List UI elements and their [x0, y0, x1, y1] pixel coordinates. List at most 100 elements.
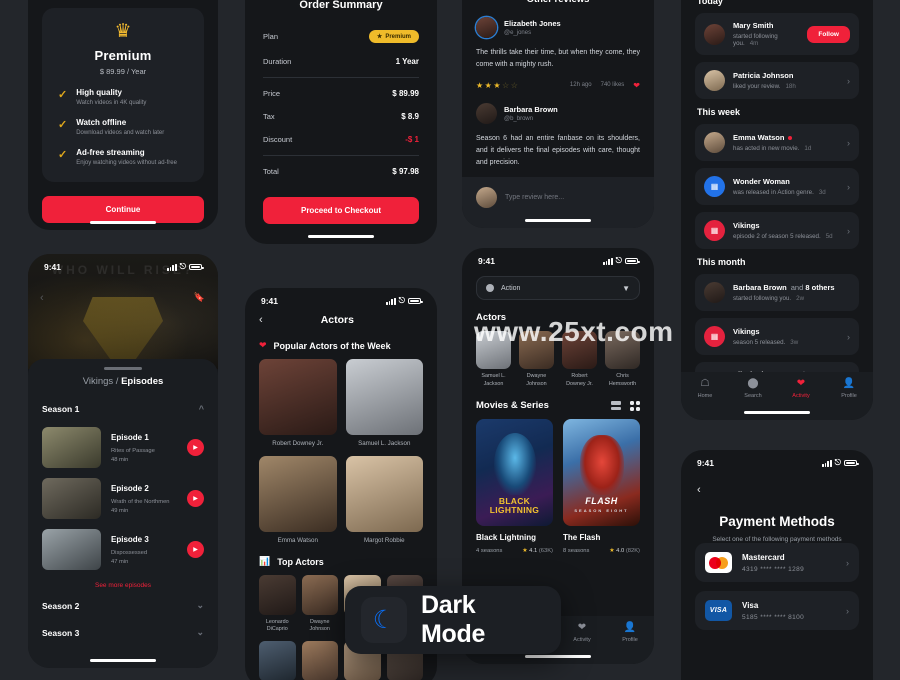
list-view-icon[interactable] [611, 401, 621, 411]
actor-card[interactable]: Margot Robbie [345, 456, 423, 544]
grid-view-icon[interactable] [630, 400, 640, 411]
review-author[interactable]: Elizabeth Jones @e_jones [476, 17, 640, 38]
activity-time: 3w [790, 339, 799, 346]
duration-value: 1 Year [395, 57, 419, 67]
review-author-name: Elizabeth Jones [504, 19, 561, 28]
season-row-1[interactable]: Season 1 ^ [28, 396, 218, 422]
tab-activity[interactable]: ❤ Activity [558, 623, 606, 644]
tab-search[interactable]: ⬤ Search [729, 379, 777, 400]
order-row-duration: Duration 1 Year [263, 50, 419, 73]
tab-profile[interactable]: 👤 Profile [825, 378, 873, 400]
person-icon: 👤 [842, 378, 856, 389]
chevron-down-icon: ⌄ [196, 600, 204, 611]
section-heading-today: Today [697, 0, 723, 6]
feature-item: ✓ Watch offline Download videos and watc… [54, 118, 192, 136]
actor-card[interactable]: Robert Downey Jr. [562, 331, 597, 388]
actor-card[interactable]: Dwayne Johnson [519, 331, 554, 388]
unread-dot-icon [788, 135, 793, 140]
back-button[interactable]: ‹ [681, 472, 873, 496]
activity-action: liked your review. [733, 83, 781, 90]
back-button[interactable]: ‹ [40, 292, 44, 304]
breadcrumb-parent[interactable]: Vikings / [83, 376, 121, 387]
activity-item[interactable]: Emma Watson has acted in new movie. 1d › [695, 124, 859, 161]
plan-badge: ★ Premium [368, 30, 419, 44]
search-input[interactable]: Action [501, 285, 615, 292]
popular-actors-heading: ❤ Popular Actors of the Week [245, 336, 437, 359]
activity-screen: Today Mary Smith started following you. 4… [681, 0, 873, 420]
tab-activity[interactable]: ❤ Activity [777, 379, 825, 400]
section-heading-this-week: This week [697, 107, 741, 117]
search-bar[interactable]: Action ▼ [476, 276, 640, 300]
movie-card[interactable]: FLASH SEASON EIGHT The Flash 8 seasons ★ … [563, 419, 640, 554]
tab-label: Search [744, 393, 762, 399]
section-title: Top Actors [277, 556, 324, 567]
activity-name: Emma Watson [733, 133, 785, 142]
review-input[interactable]: Type review here... [505, 194, 564, 201]
movie-votes: (63K) [538, 548, 553, 555]
activity-name: Barbara Brown [733, 283, 787, 292]
actor-card[interactable]: Samuel L. Jackson [345, 359, 423, 447]
screenshot-canvas: ♛ Premium $ 89.99 / Year ✓ High quality … [0, 0, 900, 680]
activity-action: episode 2 of season 5 released. [733, 233, 821, 240]
moon-icon: ☾ [361, 597, 407, 643]
activity-time: 4m [749, 40, 759, 47]
proceed-to-checkout-button[interactable]: Proceed to Checkout [263, 197, 419, 225]
actor-photo [519, 331, 554, 369]
follow-button[interactable]: Follow [807, 25, 850, 43]
actor-photo [301, 575, 338, 615]
season-label: Season 3 [42, 627, 80, 638]
payment-method-visa[interactable]: VISA Visa 5185 **** **** 8100 › [695, 591, 859, 630]
activity-item[interactable]: ▦ Vikings season 5 released. 3w › [695, 318, 859, 355]
activity-name: Patricia Johnson [733, 71, 794, 80]
episode-thumbnail [42, 427, 101, 469]
actor-name: Leonardo DiCaprio [265, 619, 289, 633]
see-more-episodes-link[interactable]: See more episodes [28, 575, 218, 592]
activity-item[interactable]: Barbara Brown and 8 others started follo… [695, 274, 859, 311]
star-icon: ★ [522, 548, 528, 555]
movie-rating: 4.0 [616, 548, 625, 555]
sheet-grabber[interactable] [104, 367, 142, 371]
activity-item[interactable]: Patricia Johnson liked your review. 18h › [695, 62, 859, 99]
movie-card[interactable]: BLACK LIGHTNING Black Lightning 4 season… [476, 419, 553, 554]
activity-item[interactable]: Mary Smith started following you. 4m Foll… [695, 13, 859, 55]
breadcrumb-current: Episodes [121, 376, 164, 388]
actor-card[interactable]: Johnny Depp [259, 640, 296, 680]
play-button[interactable]: ▶ [187, 541, 204, 559]
actor-card[interactable]: Emma Watson [259, 456, 337, 544]
bookmark-icon[interactable]: 🔖 [194, 292, 205, 303]
episode-row[interactable]: Episode 2 Wrath of the Northmen 49 min ▶ [28, 473, 218, 524]
season-row-2[interactable]: Season 2 ⌄ [28, 592, 218, 619]
rating-stars[interactable]: ★ ★ ★ ☆ ☆ [476, 81, 518, 90]
actor-card[interactable]: Chris Hemsworth [605, 331, 640, 388]
feature-title: Watch offline [76, 118, 127, 127]
tab-home[interactable]: ☖ Home [681, 379, 729, 400]
play-button[interactable]: ▶ [187, 439, 204, 457]
review-text: The thrills take their time, but when th… [476, 49, 640, 69]
actor-card[interactable]: Leonardo DiCaprio [259, 575, 296, 634]
payment-method-mastercard[interactable]: Mastercard 4319 **** **** 1289 › [695, 543, 859, 582]
actor-card[interactable]: Robert Downey Jr. [259, 359, 337, 447]
tab-profile[interactable]: 👤 Profile [606, 623, 654, 644]
star-filled-icon: ★ [476, 80, 484, 90]
chevron-right-icon: › [846, 557, 849, 568]
review-author[interactable]: Barbara Brown @b_brown [476, 102, 640, 124]
heart-icon[interactable]: ❤ [633, 81, 640, 90]
actor-photo [605, 331, 640, 369]
feature-title: High quality [76, 88, 122, 97]
actor-card[interactable]: Dwayne Johnson [301, 575, 338, 634]
poster-subtitle: SEASON EIGHT [574, 508, 629, 514]
actor-card[interactable]: Samuel L. Jackson [476, 331, 511, 388]
season-row-3[interactable]: Season 3 ⌄ [28, 619, 218, 646]
actor-card[interactable]: Halle Berry [301, 640, 338, 680]
activity-action: started following you. [733, 295, 792, 302]
filter-icon[interactable]: ▼ [622, 284, 630, 293]
episode-row[interactable]: Episode 1 Rites of Passage 48 min ▶ [28, 422, 218, 473]
continue-button[interactable]: Continue [42, 196, 204, 223]
star-icon: ★ [609, 548, 615, 555]
episode-row[interactable]: Episode 3 Dispossessed 47 min ▶ [28, 524, 218, 575]
activity-item[interactable]: ▦ Vikings episode 2 of season 5 released… [695, 212, 859, 249]
activity-item[interactable]: ▦ Wonder Woman was released in Action ge… [695, 168, 859, 205]
review-likes: 740 likes [600, 82, 625, 88]
play-button[interactable]: ▶ [187, 490, 204, 508]
actor-name: Margot Robbie [363, 537, 405, 544]
